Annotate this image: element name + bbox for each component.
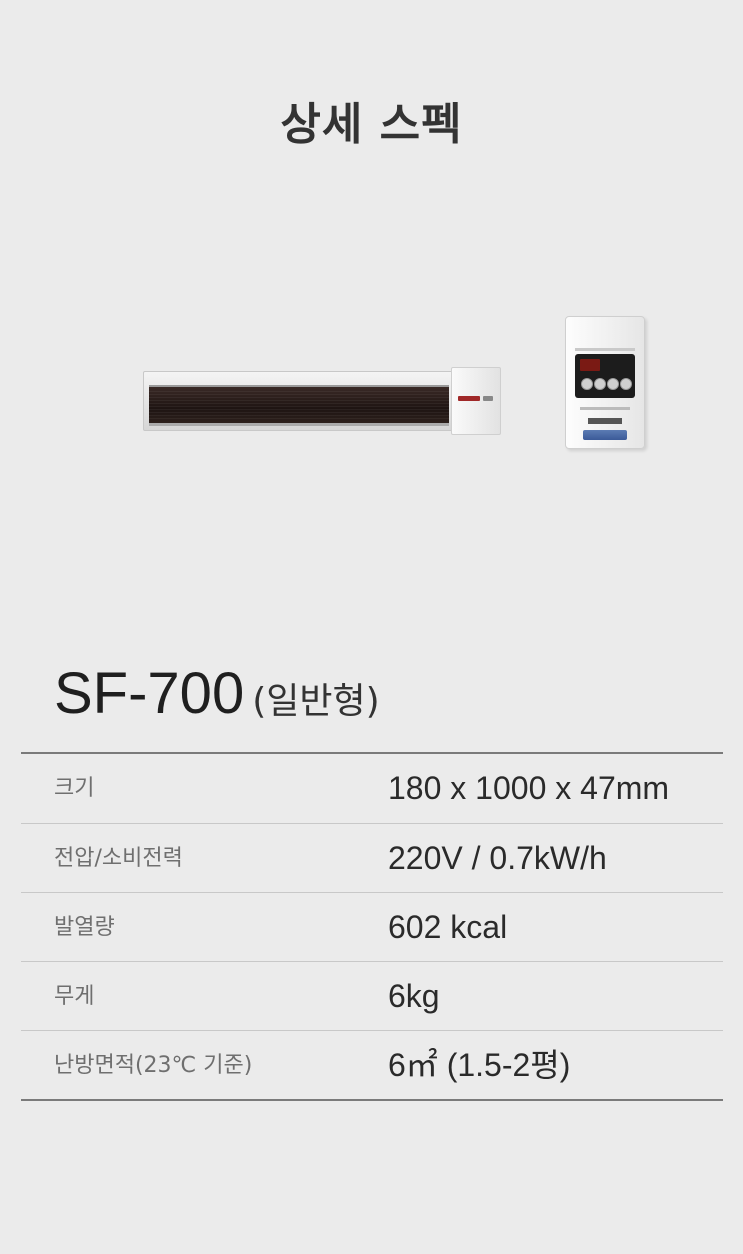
- controller-brand-badge: [583, 430, 627, 440]
- controller-button-icon: [581, 378, 593, 390]
- controller-button-icon: [594, 378, 606, 390]
- page-title: 상세 스펙: [280, 99, 463, 150]
- brand-logo-mark-secondary: [483, 396, 493, 401]
- spec-value: 220V / 0.7kW/h: [388, 840, 607, 876]
- heater-panel: [149, 385, 449, 426]
- thermostat-controller-image: [565, 316, 645, 449]
- heater-product-image: [143, 367, 501, 435]
- spec-label: 크기: [54, 776, 95, 801]
- spec-value: 6kg: [388, 978, 440, 1014]
- spec-row-power: 전압/소비전력 220V / 0.7kW/h: [21, 823, 723, 892]
- controller-display: [575, 354, 635, 398]
- spec-value: 602 kcal: [388, 909, 508, 945]
- product-variant: (일반형): [252, 681, 380, 722]
- spec-row-heating-area: 난방면적(23℃ 기준) 6㎡ (1.5-2평): [21, 1030, 723, 1099]
- product-name: SF-700 (일반형): [54, 660, 380, 727]
- spec-row-heat-output: 발열량 602 kcal: [21, 892, 723, 961]
- spec-table: 크기 180 x 1000 x 47mm 전압/소비전력 220V / 0.7k…: [21, 752, 723, 1101]
- spec-label: 전압/소비전력: [54, 846, 183, 871]
- controller-caption: [580, 407, 630, 410]
- controller-button-icon: [620, 378, 632, 390]
- spec-row-size: 크기 180 x 1000 x 47mm: [21, 754, 723, 823]
- product-model: SF-700: [54, 661, 245, 726]
- controller-digits: [580, 359, 600, 371]
- controller-top-label: [575, 348, 635, 351]
- brand-logo-mark: [458, 396, 480, 401]
- spec-label: 발열량: [54, 915, 115, 940]
- spec-label: 난방면적(23℃ 기준): [54, 1053, 253, 1078]
- controller-model-label: [588, 418, 622, 424]
- spec-label: 무게: [54, 984, 95, 1009]
- heater-body: [143, 371, 455, 431]
- heater-end-cap: [451, 367, 501, 435]
- controller-button-icon: [607, 378, 619, 390]
- spec-value: 6㎡ (1.5-2평): [388, 1047, 571, 1083]
- spec-row-weight: 무게 6kg: [21, 961, 723, 1030]
- spec-value: 180 x 1000 x 47mm: [388, 770, 670, 806]
